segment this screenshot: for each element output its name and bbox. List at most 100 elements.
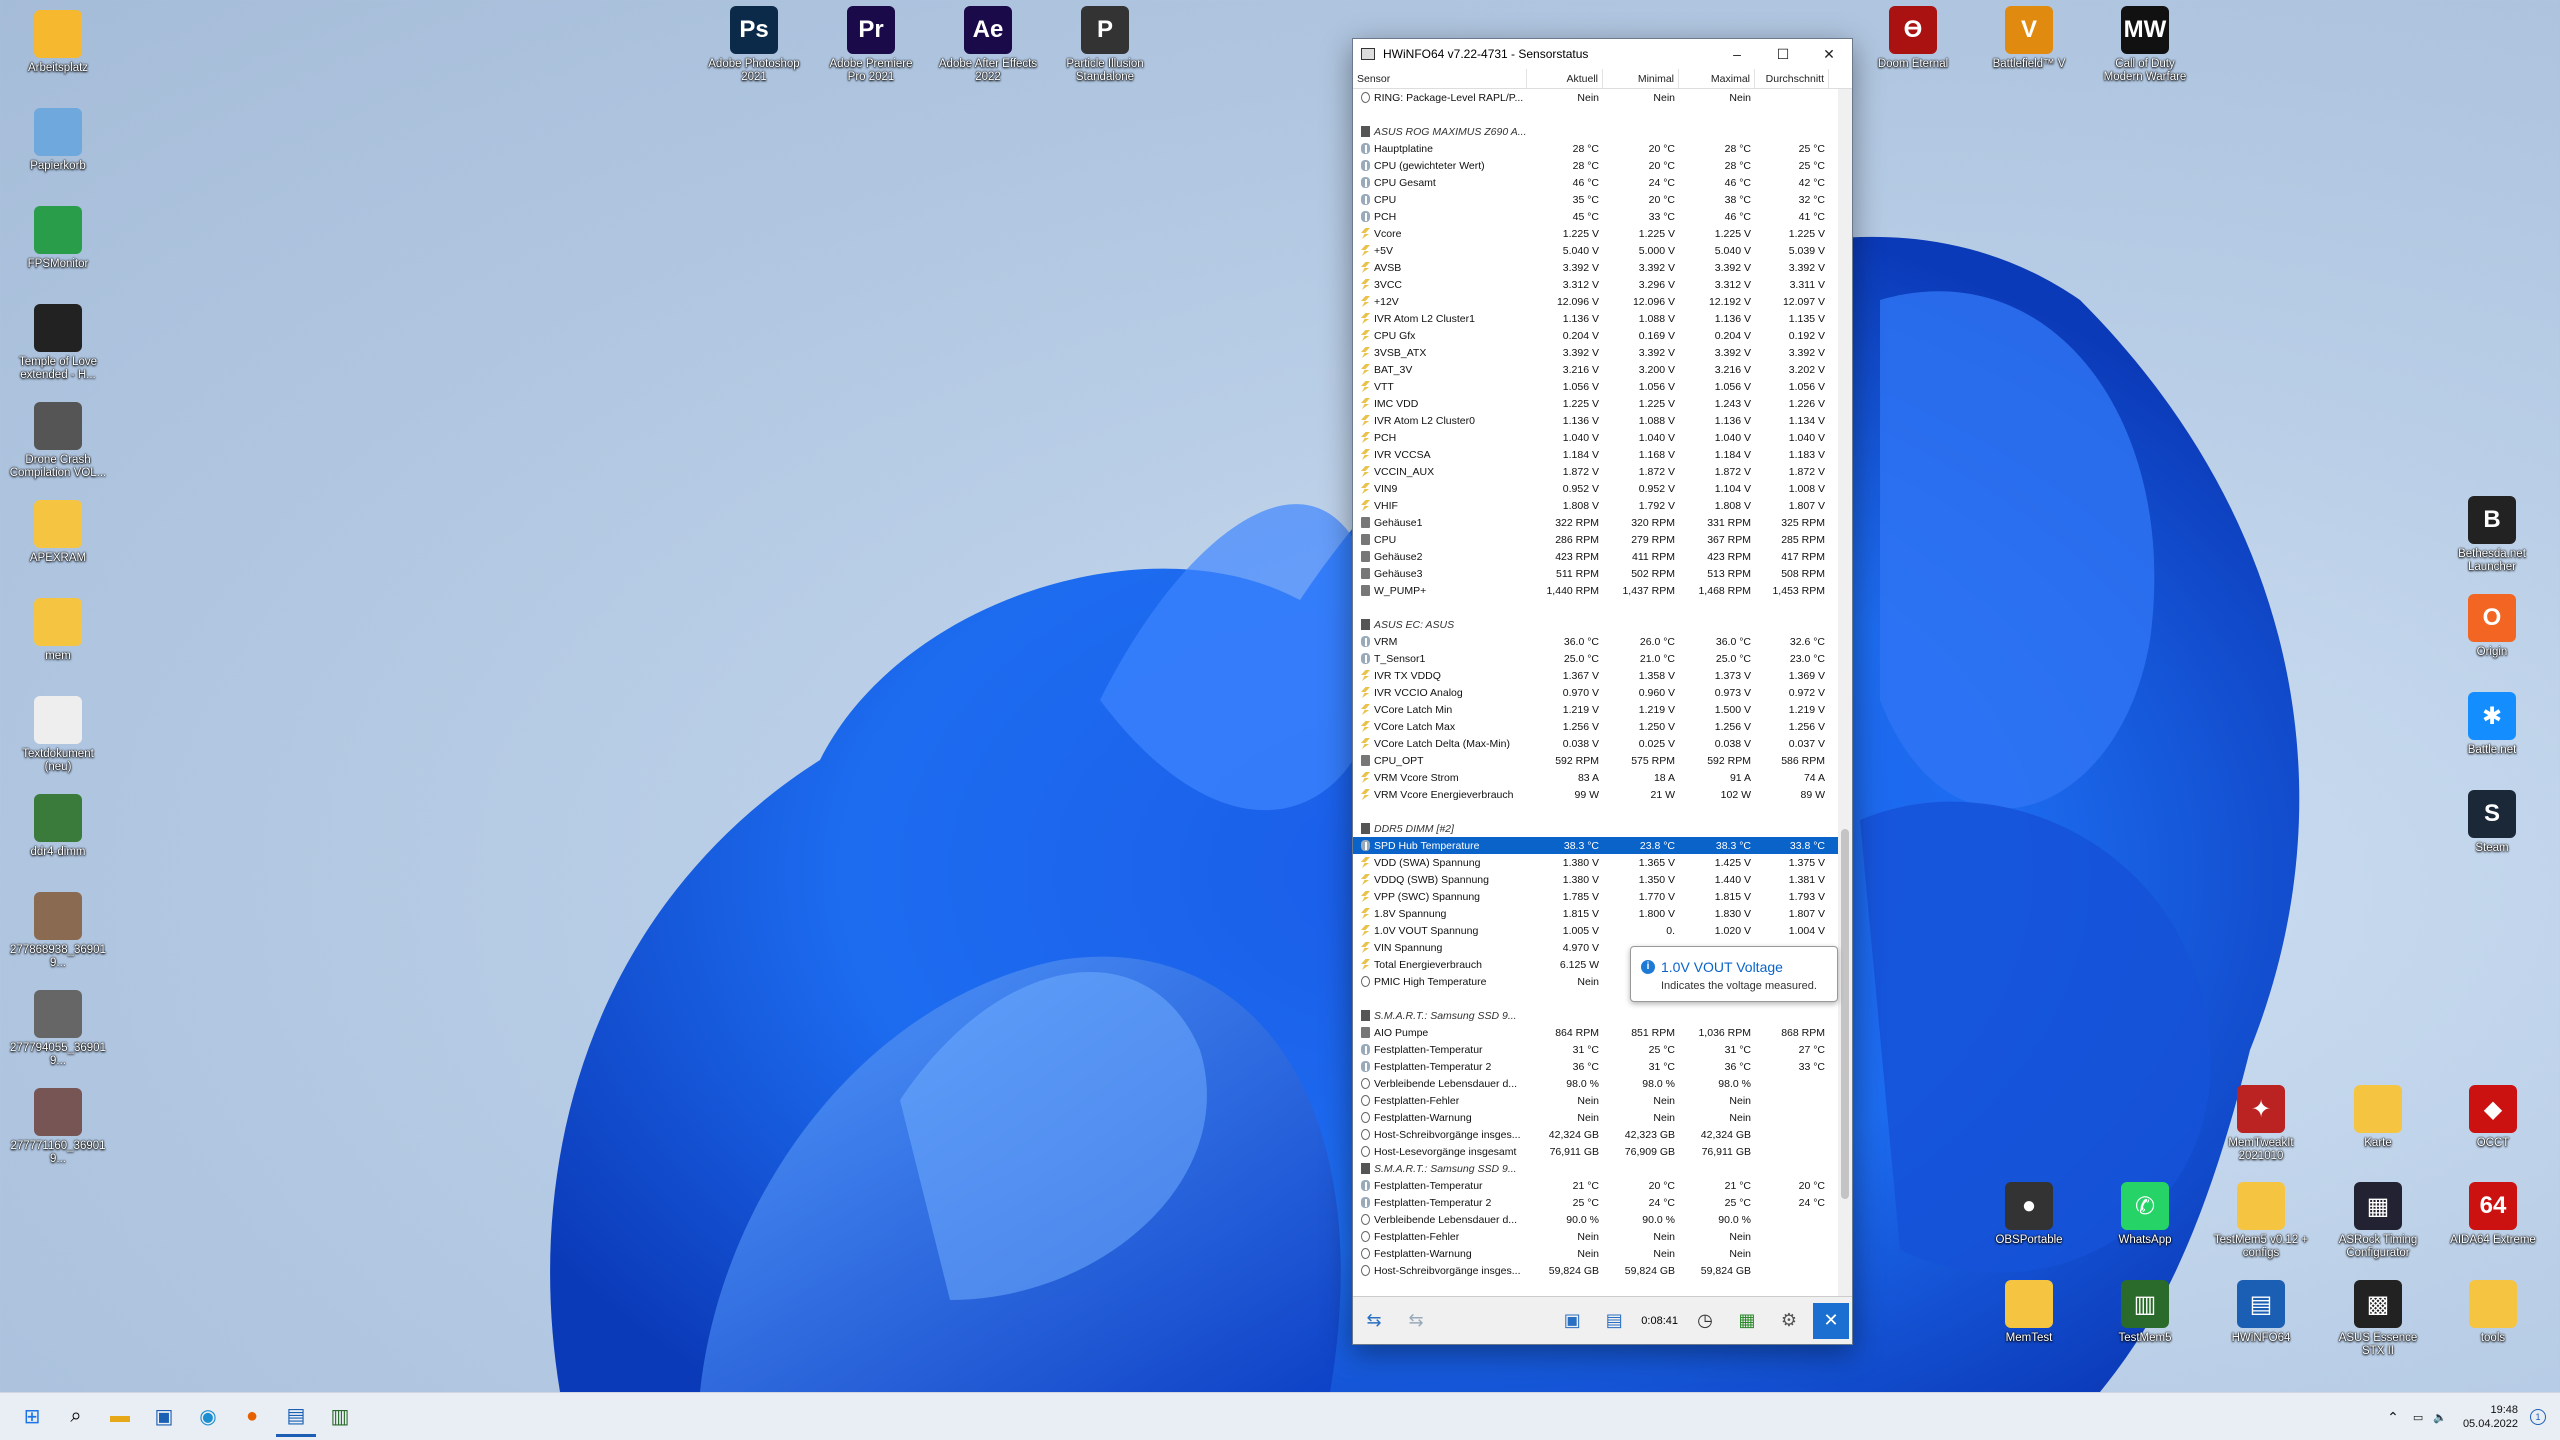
column-sensor[interactable]: Sensor xyxy=(1353,69,1527,88)
start-icon[interactable]: ⊞ xyxy=(12,1397,52,1437)
firefox-icon[interactable]: ● xyxy=(232,1397,272,1437)
desktop-icon-left-1[interactable]: Papierkorb xyxy=(8,108,108,173)
desktop-icon-br-10[interactable]: ✦ MemTweakIt 2021010 xyxy=(2211,1085,2311,1163)
clock-icon[interactable]: ◷ xyxy=(1687,1303,1723,1339)
sensor-row[interactable]: 3VCC 3.312 V 3.296 V 3.312 V 3.311 V xyxy=(1353,276,1852,293)
sensor-row[interactable]: VCCIN_AUX 1.872 V 1.872 V 1.872 V 1.872 V xyxy=(1353,463,1852,480)
sensor-group-header[interactable]: ASUS ROG MAXIMUS Z690 A... xyxy=(1353,123,1852,140)
desktop-icon-br-12[interactable]: ◆ OCCT xyxy=(2443,1085,2543,1150)
sensor-row[interactable]: IMC VDD 1.225 V 1.225 V 1.243 V 1.226 V xyxy=(1353,395,1852,412)
desktop-icon-br-8[interactable]: ▩ ASUS Essence STX II xyxy=(2328,1280,2428,1358)
title-bar[interactable]: HWiNFO64 v7.22-4731 - Sensorstatus – ☐ ✕ xyxy=(1353,39,1852,69)
sensor-row[interactable]: Gehäuse1 322 RPM 320 RPM 331 RPM 325 RPM xyxy=(1353,514,1852,531)
sensor-row[interactable]: Festplatten-Warnung Nein Nein Nein xyxy=(1353,1245,1852,1262)
file-explorer-icon[interactable]: ▬ xyxy=(100,1397,140,1437)
desktop-icon-br-1[interactable]: ✆ WhatsApp xyxy=(2095,1182,2195,1247)
column-maximum[interactable]: Maximal xyxy=(1679,69,1755,88)
desktop-icon-left-6[interactable]: mem xyxy=(8,598,108,663)
desktop-icon-right-1[interactable]: O Origin xyxy=(2442,594,2542,659)
close-button[interactable]: ✕ xyxy=(1806,39,1852,69)
desktop-icon-br-5[interactable]: MemTest xyxy=(1979,1280,2079,1345)
desktop-icon-left-4[interactable]: Drone Crash Compilation VOL... xyxy=(8,402,108,480)
sensor-group-header[interactable]: S.M.A.R.T.: Samsung SSD 9... xyxy=(1353,1007,1852,1024)
edge-icon[interactable]: ◉ xyxy=(188,1397,228,1437)
sensor-row[interactable]: VCore Latch Delta (Max-Min) 0.038 V 0.025 … xyxy=(1353,735,1852,752)
sensor-row[interactable]: CPU Gesamt 46 °C 24 °C 46 °C 42 °C xyxy=(1353,174,1852,191)
desktop-icon-top-3[interactable]: P Particle Illusion Standalone xyxy=(1055,6,1155,84)
sensor-row[interactable]: RING: Package-Level RAPL/P... Nein Nein Nei… xyxy=(1353,89,1852,106)
sensor-row[interactable]: IVR VCCSA 1.184 V 1.168 V 1.184 V 1.183 V xyxy=(1353,446,1852,463)
column-average[interactable]: Durchschnitt xyxy=(1755,69,1829,88)
sensor-row[interactable]: 1.0V VOUT Spannung 1.005 V 0. 1.020 V 1.004 … xyxy=(1353,922,1852,939)
sensor-row[interactable]: +12V 12.096 V 12.096 V 12.192 V 12.097 V xyxy=(1353,293,1852,310)
desktop-icon-right-3[interactable]: S Steam xyxy=(2442,790,2542,855)
clock[interactable]: 19:48 05.04.2022 xyxy=(2463,1403,2518,1431)
notification-badge[interactable]: 1 xyxy=(2530,1409,2546,1425)
sensor-row[interactable]: Festplatten-Fehler Nein Nein Nein xyxy=(1353,1092,1852,1109)
desktop-icon-left-2[interactable]: FPSMonitor xyxy=(8,206,108,271)
sensor-row[interactable]: VRM 36.0 °C 26.0 °C 36.0 °C 32.6 °C xyxy=(1353,633,1852,650)
sensor-group-header[interactable]: ASUS EC: ASUS xyxy=(1353,616,1852,633)
sensor-row[interactable]: Host-Schreibvorgänge insges... 42,324 GB 4… xyxy=(1353,1126,1852,1143)
sensor-row[interactable]: Gehäuse2 423 RPM 411 RPM 423 RPM 417 RPM xyxy=(1353,548,1852,565)
column-current[interactable]: Aktuell xyxy=(1527,69,1603,88)
desktop-icon-top-0[interactable]: Ps Adobe Photoshop 2021 xyxy=(704,6,804,84)
sensor-group-header[interactable]: DDR5 DIMM [#2] xyxy=(1353,820,1852,837)
sensor-row[interactable]: BAT_3V 3.216 V 3.200 V 3.216 V 3.202 V xyxy=(1353,361,1852,378)
desktop-icon-topright-0[interactable]: Ɵ Doom Eternal xyxy=(1863,6,1963,71)
minimize-button[interactable]: – xyxy=(1714,39,1760,69)
sensor-row[interactable]: Festplatten-Warnung Nein Nein Nein xyxy=(1353,1109,1852,1126)
volume-icon[interactable]: 🔈 xyxy=(2433,1411,2447,1424)
sensor-row[interactable]: Festplatten-Temperatur 21 °C 20 °C 21 °C 20 … xyxy=(1353,1177,1852,1194)
desktop-icon-br-2[interactable]: TestMem5 v0.12 + configs xyxy=(2211,1182,2311,1260)
desktop-icon-br-4[interactable]: 64 AIDA64 Extreme xyxy=(2443,1182,2543,1247)
desktop-icon-right-2[interactable]: ✱ Battle.net xyxy=(2442,692,2542,757)
desktop-icon-left-9[interactable]: 277868938_369019... xyxy=(8,892,108,970)
sensor-row[interactable]: VTT 1.056 V 1.056 V 1.056 V 1.056 V xyxy=(1353,378,1852,395)
sensor-row[interactable]: IVR Atom L2 Cluster1 1.136 V 1.088 V 1.136 … xyxy=(1353,310,1852,327)
desktop-icon-left-8[interactable]: ddr4-dimm xyxy=(8,794,108,859)
search-icon[interactable]: ⌕ xyxy=(56,1397,96,1437)
sensor-row[interactable]: IVR Atom L2 Cluster0 1.136 V 1.088 V 1.136 … xyxy=(1353,412,1852,429)
sensor-row[interactable]: VPP (SWC) Spannung 1.785 V 1.770 V 1.815 V 1… xyxy=(1353,888,1852,905)
sensor-row[interactable]: SPD Hub Temperature 38.3 °C 23.8 °C 38.3 °C… xyxy=(1353,837,1852,854)
navigate-icon[interactable]: ⇆ xyxy=(1356,1303,1392,1339)
sensor-row[interactable]: PCH 45 °C 33 °C 46 °C 41 °C xyxy=(1353,208,1852,225)
hwinfo-taskbar-icon[interactable]: ▤ xyxy=(276,1397,316,1437)
chevron-up-icon[interactable]: ⌃ xyxy=(2387,1409,2399,1426)
exit-icon[interactable]: ✕ xyxy=(1813,1302,1849,1339)
sensor-row[interactable]: PCH 1.040 V 1.040 V 1.040 V 1.040 V xyxy=(1353,429,1852,446)
sensor-row[interactable]: CPU 35 °C 20 °C 38 °C 32 °C xyxy=(1353,191,1852,208)
log-icon[interactable]: ▦ xyxy=(1729,1303,1765,1339)
sensor-row[interactable]: VDD (SWA) Spannung 1.380 V 1.365 V 1.425 V 1… xyxy=(1353,854,1852,871)
sensor-list[interactable]: RING: Package-Level RAPL/P... Nein Nein Nei… xyxy=(1353,89,1852,1318)
sensor-row[interactable]: Hauptplatine 28 °C 20 °C 28 °C 25 °C xyxy=(1353,140,1852,157)
sensor-row[interactable]: AVSB 3.392 V 3.392 V 3.392 V 3.392 V xyxy=(1353,259,1852,276)
desktop-icon-right-0[interactable]: B Bethesda.net Launcher xyxy=(2442,496,2542,574)
monitor-icon[interactable]: ▤ xyxy=(1596,1303,1632,1339)
desktop-icon-br-9[interactable]: tools xyxy=(2443,1280,2543,1345)
sensor-row[interactable]: VCore Latch Max 1.256 V 1.250 V 1.256 V 1.25… xyxy=(1353,718,1852,735)
scrollbar[interactable] xyxy=(1838,89,1852,1318)
sensor-row[interactable]: Host-Schreibvorgänge insges... 59,824 GB 5… xyxy=(1353,1262,1852,1279)
network-tray-icon[interactable]: ▭ xyxy=(2413,1411,2423,1424)
sensor-row[interactable]: IVR VCCIO Analog 0.970 V 0.960 V 0.973 V 0.9… xyxy=(1353,684,1852,701)
sensor-row[interactable]: CPU (gewichteter Wert) 28 °C 20 °C 28 °C 25 … xyxy=(1353,157,1852,174)
sensor-row[interactable]: 3VSB_ATX 3.392 V 3.392 V 3.392 V 3.392 V xyxy=(1353,344,1852,361)
desktop-icon-left-5[interactable]: APEXRAM xyxy=(8,500,108,565)
sensor-row[interactable]: Vcore 1.225 V 1.225 V 1.225 V 1.225 V xyxy=(1353,225,1852,242)
desktop-icon-left-10[interactable]: 277794055_369019... xyxy=(8,990,108,1068)
desktop-icon-left-7[interactable]: Textdokument (neu) xyxy=(8,696,108,774)
sensor-row[interactable]: W_PUMP+ 1,440 RPM 1,437 RPM 1,468 RPM 1,453 … xyxy=(1353,582,1852,599)
sensor-row[interactable]: Verbleibende Lebensdauer d... 98.0 % 98.0 … xyxy=(1353,1075,1852,1092)
sensor-row[interactable]: Festplatten-Fehler Nein Nein Nein xyxy=(1353,1228,1852,1245)
sensor-row[interactable]: VRM Vcore Strom 83 A 18 A 91 A 74 A xyxy=(1353,769,1852,786)
sensor-row[interactable]: VCore Latch Min 1.219 V 1.219 V 1.500 V 1.21… xyxy=(1353,701,1852,718)
sensor-row[interactable]: Festplatten-Temperatur 31 °C 25 °C 31 °C 27 … xyxy=(1353,1041,1852,1058)
navigate-alt-icon[interactable]: ⇆ xyxy=(1398,1303,1434,1339)
column-minimum[interactable]: Minimal xyxy=(1603,69,1679,88)
desktop-icon-br-3[interactable]: ▦ ASRock Timing Configurator xyxy=(2328,1182,2428,1260)
sensor-row[interactable]: T_Sensor1 25.0 °C 21.0 °C 25.0 °C 23.0 °C xyxy=(1353,650,1852,667)
network-icon[interactable]: ▣ xyxy=(1554,1303,1590,1339)
sensor-row[interactable]: 1.8V Spannung 1.815 V 1.800 V 1.830 V 1.807 … xyxy=(1353,905,1852,922)
